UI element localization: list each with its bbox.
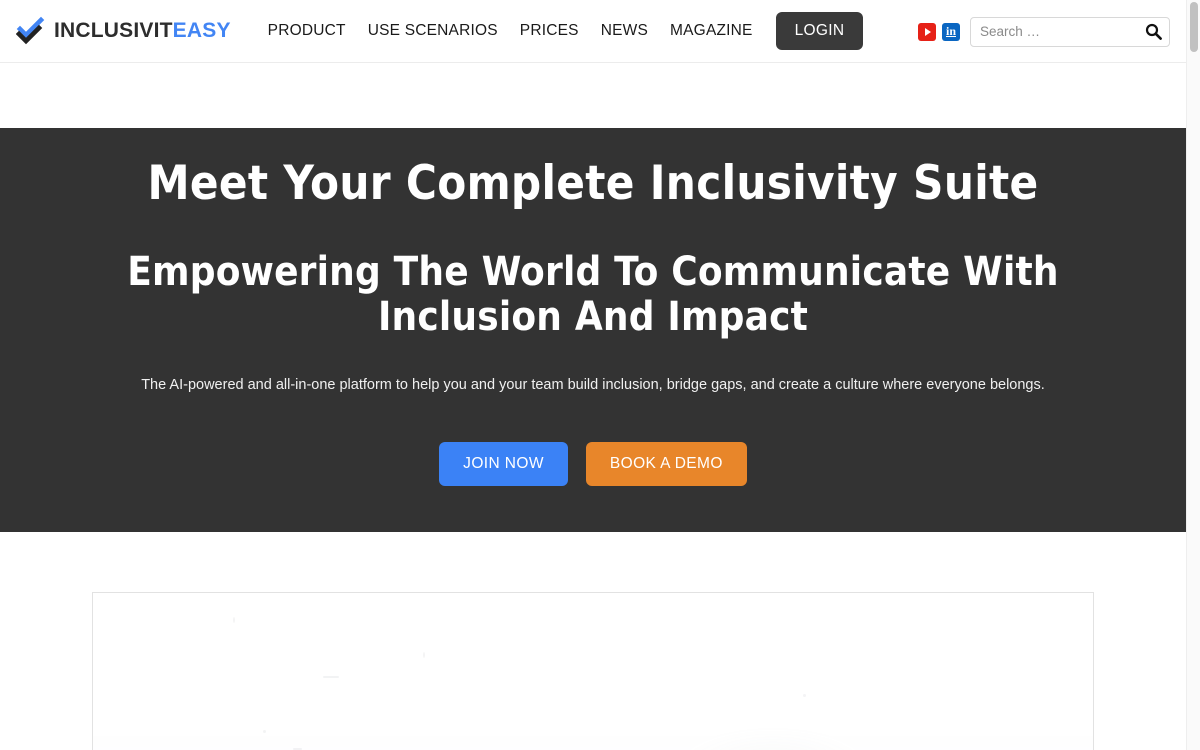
page-content: INCLUSIVITEASY PRODUCT USE SCENARIOS PRI… [0, 0, 1186, 750]
header-hero-spacer [0, 63, 1186, 128]
search-icon [1145, 23, 1162, 40]
below-hero-section [0, 531, 1186, 750]
brand-logo-link[interactable]: INCLUSIVITEASY [15, 16, 231, 46]
search-input[interactable] [971, 17, 1169, 46]
social-links: in [918, 22, 960, 41]
media-preview-panel[interactable] [92, 591, 1094, 750]
nav-item-use-scenarios[interactable]: USE SCENARIOS [357, 16, 509, 46]
double-check-logo-icon [15, 16, 46, 46]
book-a-demo-button[interactable]: BOOK A DEMO [585, 441, 747, 486]
join-now-button[interactable]: JOIN NOW [439, 441, 568, 486]
search-box[interactable] [970, 16, 1170, 47]
hero-title: Meet Your Complete Inclusivity Suite [147, 156, 1039, 211]
nav-item-magazine[interactable]: MAGAZINE [659, 16, 764, 46]
linkedin-icon[interactable]: in [942, 22, 960, 41]
nav-item-product[interactable]: PRODUCT [257, 16, 357, 46]
media-placeholder-specks [93, 593, 1093, 750]
browser-viewport: INCLUSIVITEASY PRODUCT USE SCENARIOS PRI… [0, 0, 1200, 750]
hero-section: Meet Your Complete Inclusivity Suite Emp… [0, 128, 1186, 532]
brand-title: INCLUSIVITEASY [54, 19, 231, 43]
brand-title-dark: INCLUSIVIT [54, 19, 173, 42]
hero-subtitle: Empowering The World To Communicate With… [127, 248, 1059, 341]
play-triangle-icon [925, 27, 931, 36]
nav-item-news[interactable]: NEWS [590, 16, 659, 46]
scrollbar-thumb[interactable] [1190, 2, 1198, 52]
hero-cta-row: JOIN NOW BOOK A DEMO [0, 441, 1186, 486]
brand-title-accent: EASY [172, 19, 231, 42]
hero-paragraph: The AI-powered and all-in-one platform t… [141, 376, 1045, 393]
youtube-icon[interactable] [918, 22, 936, 41]
nav-item-prices[interactable]: PRICES [509, 16, 590, 46]
page-scrollbar[interactable] [1186, 0, 1200, 750]
search-submit-button[interactable] [1143, 22, 1163, 42]
site-header: INCLUSIVITEASY PRODUCT USE SCENARIOS PRI… [0, 0, 1186, 63]
header-utilities: in [918, 0, 1170, 63]
login-button[interactable]: LOGIN [775, 12, 864, 50]
linkedin-in-label: in [945, 24, 956, 38]
primary-navigation: PRODUCT USE SCENARIOS PRICES NEWS MAGAZI… [257, 12, 864, 50]
